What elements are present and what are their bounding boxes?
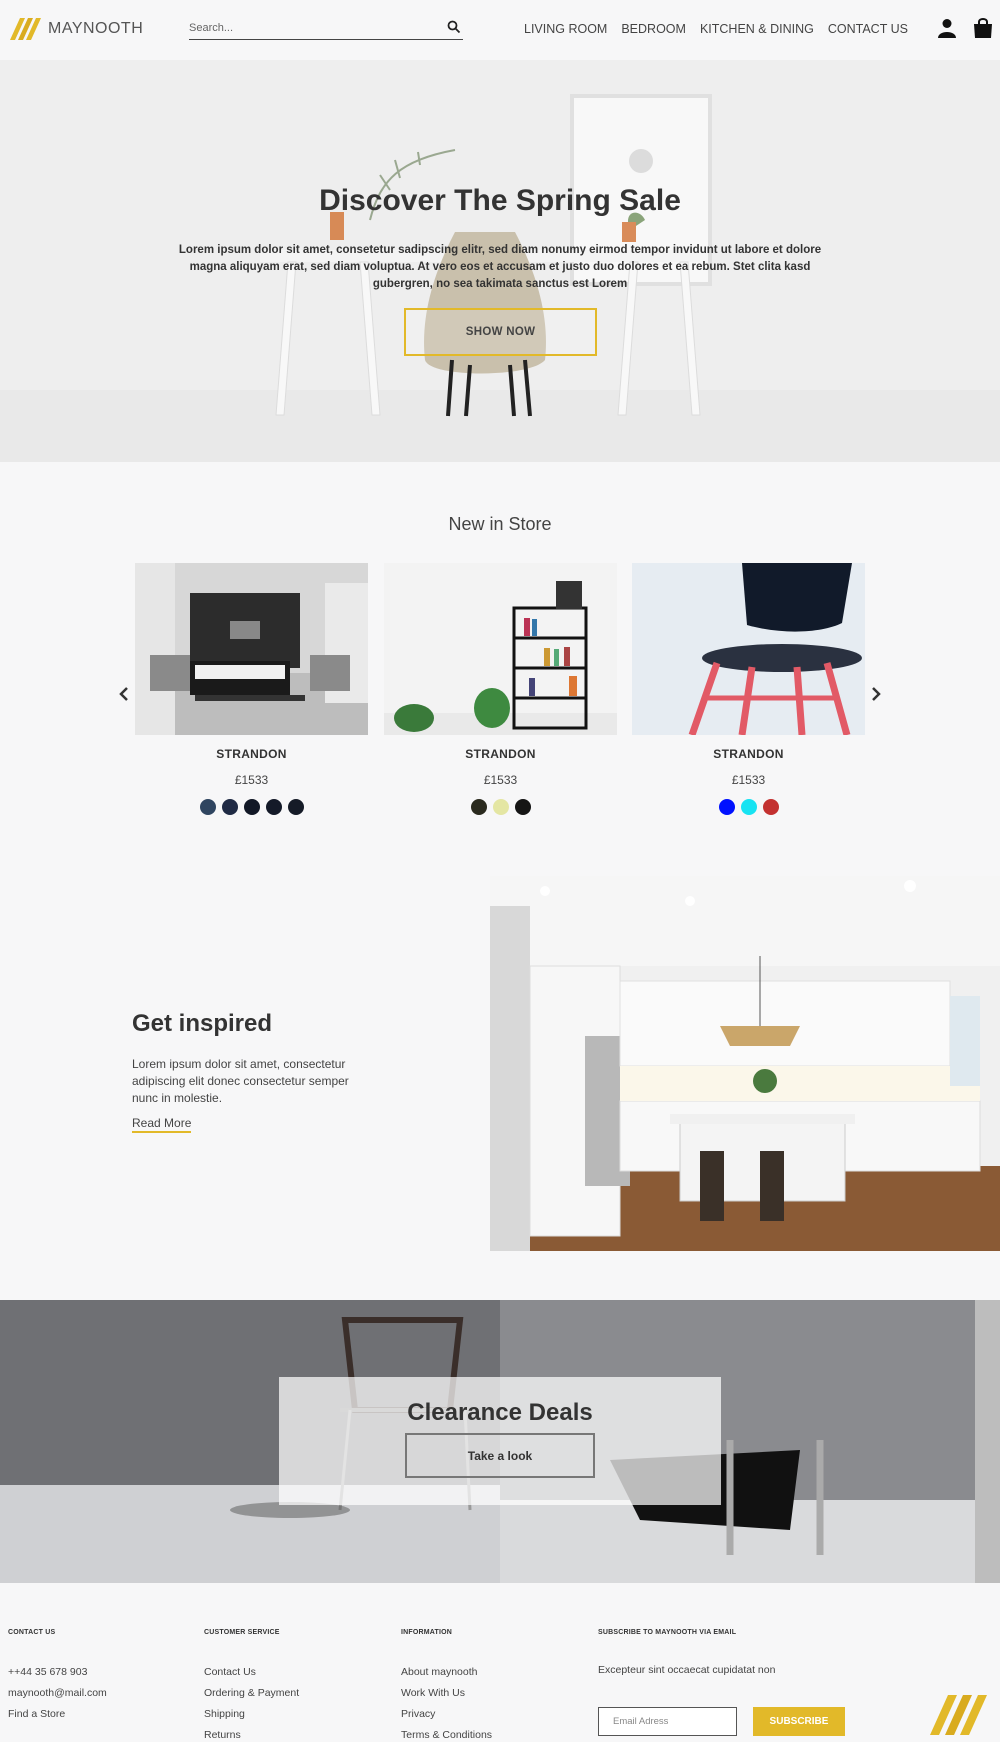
take-a-look-button[interactable]: Take a look xyxy=(405,1433,595,1478)
product-image-living-room[interactable] xyxy=(135,563,368,735)
clearance-banner: Clearance Deals Take a look xyxy=(0,1300,1000,1583)
email-field[interactable] xyxy=(598,1707,737,1736)
product-name: STRANDON xyxy=(465,747,536,761)
product-name: STRANDON xyxy=(216,747,287,761)
color-swatches xyxy=(135,799,368,815)
kitchen-image xyxy=(490,876,1000,1251)
product-price: £1533 xyxy=(483,773,518,787)
footer-ordering-payment-link[interactable]: Ordering & Payment xyxy=(204,1687,299,1708)
color-swatch[interactable] xyxy=(243,799,260,815)
clearance-title: Clearance Deals xyxy=(407,1399,593,1426)
product-image-shelf[interactable] xyxy=(384,563,617,735)
color-swatch[interactable] xyxy=(492,799,509,815)
chevron-left-icon[interactable] xyxy=(118,686,130,702)
site-header: MAYNOOTH LIVING ROOM BEDROOM KITCHEN & D… xyxy=(0,0,1000,60)
footer-about-link[interactable]: About maynooth xyxy=(401,1666,492,1687)
shop-now-button[interactable]: SHOW NOW xyxy=(404,308,597,356)
color-swatch[interactable] xyxy=(287,799,304,815)
color-swatch[interactable] xyxy=(221,799,238,815)
footer-shipping-link[interactable]: Shipping xyxy=(204,1708,299,1729)
search-icon[interactable] xyxy=(447,20,461,34)
color-swatch[interactable] xyxy=(470,799,487,815)
color-swatch[interactable] xyxy=(199,799,216,815)
product-card[interactable]: STRANDON £1533 xyxy=(384,563,617,815)
search-bar xyxy=(189,18,463,40)
nav-bedroom[interactable]: BEDROOM xyxy=(621,22,686,36)
chevron-right-icon[interactable] xyxy=(870,686,882,702)
shopping-bag-icon[interactable] xyxy=(973,17,993,39)
inspired-title: Get inspired xyxy=(132,1010,273,1037)
footer-work-with-us-link[interactable]: Work With Us xyxy=(401,1687,492,1708)
footer-information-column: INFORMATION About maynooth Work With Us … xyxy=(401,1629,492,1742)
footer-returns-link[interactable]: Returns xyxy=(204,1729,299,1742)
product-card[interactable]: STRANDON £1533 xyxy=(135,563,368,815)
nav-contact-us[interactable]: CONTACT US xyxy=(828,22,908,36)
footer-subscribe-text: Excepteur sint occaecat cupidatat non xyxy=(598,1664,776,1676)
hero-title: Discover The Spring Sale xyxy=(319,184,681,217)
footer-information-heading: INFORMATION xyxy=(401,1629,453,1636)
site-footer: CONTACT US ++44 35 678 903 maynooth@mail… xyxy=(0,1583,1000,1742)
hero-banner: Discover The Spring Sale Lorem ipsum dol… xyxy=(0,60,1000,462)
footer-service-heading: CUSTOMER SERVICE xyxy=(204,1629,280,1636)
nav-living-room[interactable]: LIVING ROOM xyxy=(524,22,607,36)
color-swatch[interactable] xyxy=(514,799,531,815)
subscribe-button[interactable]: SUBSCRIBE xyxy=(753,1707,845,1736)
footer-find-store-link[interactable]: Find a Store xyxy=(8,1708,107,1729)
clearance-panel: Clearance Deals Take a look xyxy=(279,1377,721,1505)
footer-subscribe-heading: SUBSCRIBE TO MAYNOOTH VIA EMAIL xyxy=(598,1629,737,1636)
product-price: £1533 xyxy=(234,773,269,787)
new-in-store-title: New in Store xyxy=(448,514,552,534)
color-swatches xyxy=(632,799,865,815)
footer-service-column: CUSTOMER SERVICE Contact Us Ordering & P… xyxy=(204,1629,299,1742)
search-input[interactable] xyxy=(189,18,429,38)
inspired-description: Lorem ipsum dolor sit amet, consectetur … xyxy=(132,1057,349,1105)
color-swatch[interactable] xyxy=(265,799,282,815)
product-image-chair[interactable] xyxy=(632,563,865,735)
product-card[interactable]: STRANDON £1533 xyxy=(632,563,865,815)
footer-contact-heading: CONTACT US xyxy=(8,1629,56,1636)
footer-contact-column: CONTACT US ++44 35 678 903 maynooth@mail… xyxy=(8,1629,107,1729)
product-name: STRANDON xyxy=(713,747,784,761)
footer-logo-icon xyxy=(930,1695,987,1735)
color-swatches xyxy=(384,799,617,815)
footer-terms-link[interactable]: Terms & Conditions xyxy=(401,1729,492,1742)
read-more-link[interactable]: Read More xyxy=(132,1116,192,1133)
hero-description: Lorem ipsum dolor sit amet, consetetur s… xyxy=(178,244,822,290)
footer-subscribe-column: SUBSCRIBE TO MAYNOOTH VIA EMAIL xyxy=(598,1629,736,1636)
nav-kitchen-dining[interactable]: KITCHEN & DINING xyxy=(700,22,814,36)
product-price: £1533 xyxy=(731,773,766,787)
user-icon[interactable] xyxy=(938,18,956,38)
color-swatch[interactable] xyxy=(740,799,757,815)
footer-privacy-link[interactable]: Privacy xyxy=(401,1708,492,1729)
main-nav: LIVING ROOM BEDROOM KITCHEN & DINING CON… xyxy=(524,22,908,36)
color-swatch[interactable] xyxy=(762,799,779,815)
footer-email-link[interactable]: maynooth@mail.com xyxy=(8,1687,107,1708)
brand-name[interactable]: MAYNOOTH xyxy=(48,20,143,38)
footer-contact-us-link[interactable]: Contact Us xyxy=(204,1666,299,1687)
footer-phone: ++44 35 678 903 xyxy=(8,1666,88,1678)
brand-logo-icon[interactable] xyxy=(8,16,44,42)
color-swatch[interactable] xyxy=(718,799,735,815)
